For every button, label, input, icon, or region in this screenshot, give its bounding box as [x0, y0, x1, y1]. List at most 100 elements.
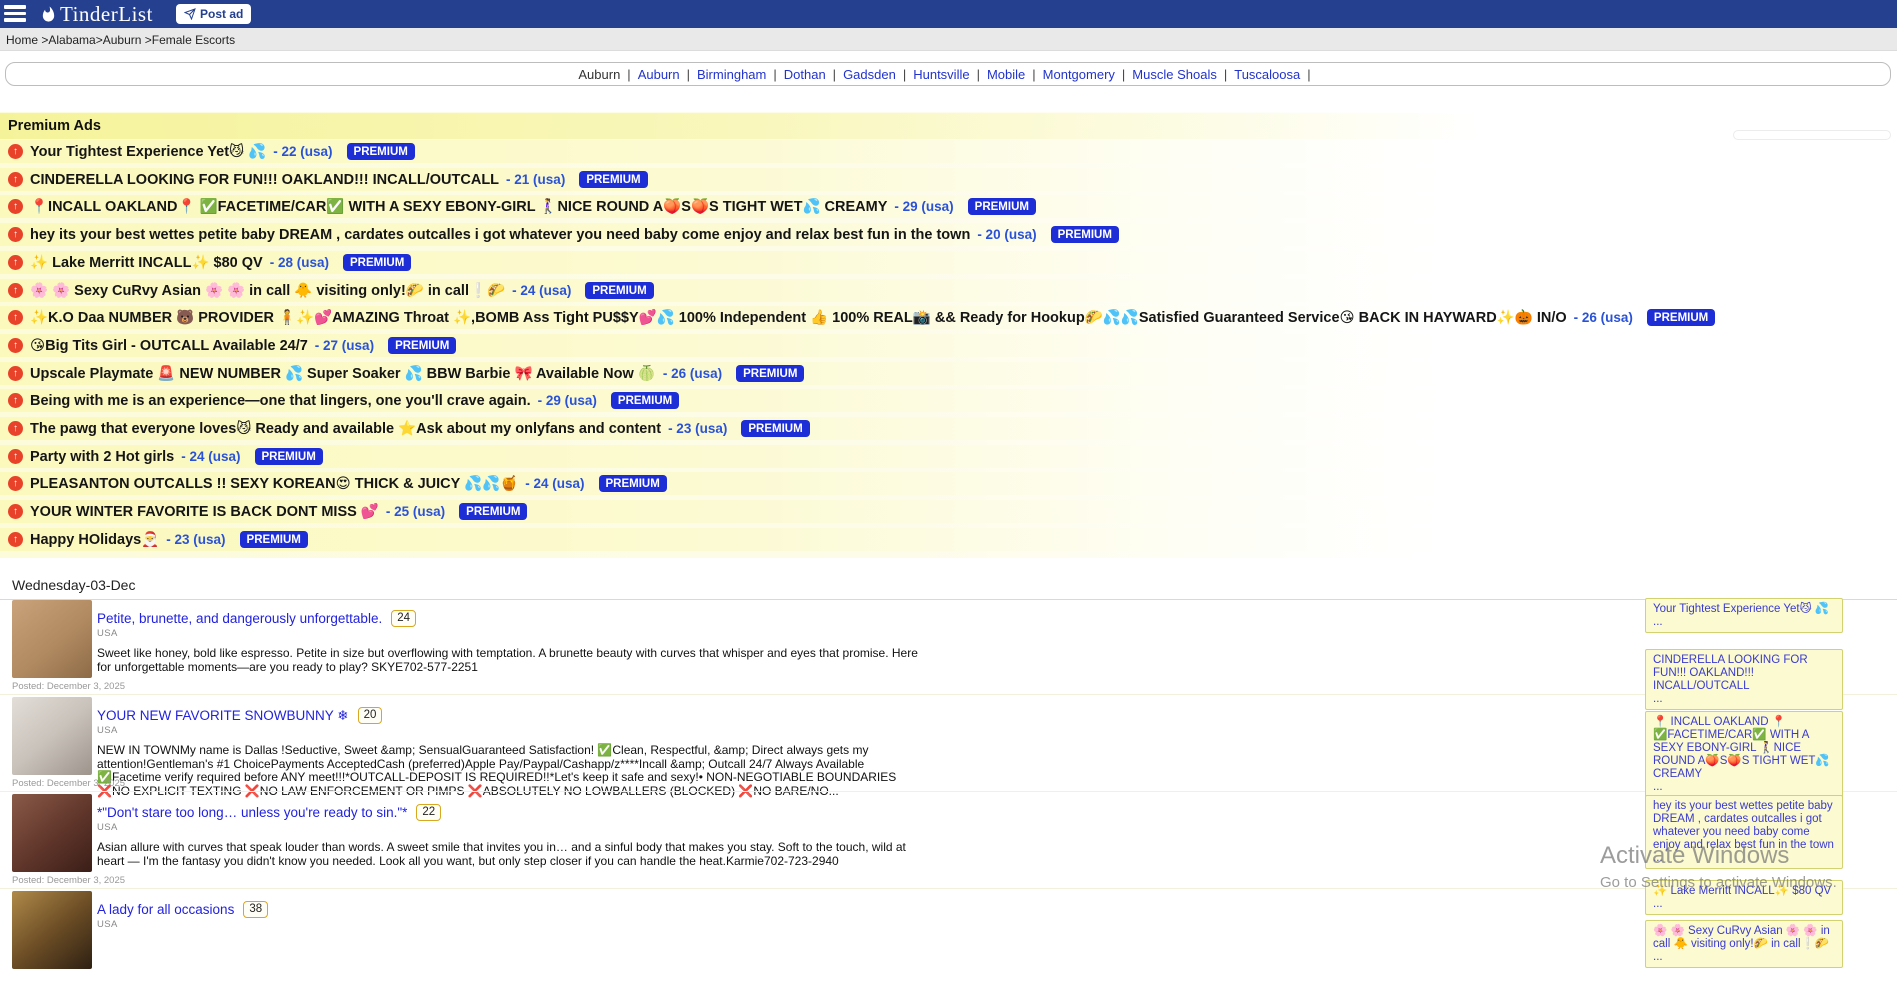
date-header: Wednesday-03-Dec [12, 577, 135, 593]
premium-ad-meta: - 23 (usa) [166, 532, 225, 547]
city-separator: | [1307, 67, 1310, 82]
breadcrumb-bar: Home >Alabama>Auburn >Female Escorts [0, 28, 1897, 51]
city-link-mobile[interactable]: Mobile [987, 67, 1025, 82]
top-nav-bar: TinderList Post ad [0, 0, 1897, 28]
sidebar-ad-more: ... [1653, 781, 1835, 793]
sidebar-ad-more: ... [1653, 693, 1835, 705]
city-separator: | [627, 67, 630, 82]
city-link-muscle-shoals[interactable]: Muscle Shoals [1132, 67, 1217, 82]
premium-scrollbar[interactable] [1733, 130, 1891, 140]
posted-date: Posted: December 3, 2025 [12, 875, 125, 886]
premium-ad-title: 📍INCALL OAKLAND📍 ✅FACETIME/CAR✅ WITH A S… [30, 198, 887, 215]
sidebar-ad-title: 📍 INCALL OAKLAND 📍 ✅FACETIME/CAR✅ WITH A… [1653, 716, 1835, 781]
city-separator: | [1224, 67, 1227, 82]
premium-ad-title: CINDERELLA LOOKING FOR FUN!!! OAKLAND!!!… [30, 172, 499, 188]
city-link-auburn[interactable]: Auburn [638, 67, 680, 82]
sidebar-ad-title: CINDERELLA LOOKING FOR FUN!!! OAKLAND!!!… [1653, 654, 1835, 693]
premium-ad-row[interactable]: Being with me is an experience—one that … [0, 389, 1897, 412]
premium-ad-row[interactable]: 😘Big Tits Girl - OUTCALL Available 24/7-… [0, 334, 1897, 357]
premium-ad-title: PLEASANTON OUTCALLS !! SEXY KOREAN😍 THIC… [30, 475, 518, 492]
listing-separator [0, 694, 1897, 695]
listing-description: Asian allure with curves that speak loud… [97, 841, 927, 868]
premium-ad-meta: - 23 (usa) [668, 421, 727, 436]
sidebar-ad-box[interactable]: Your Tightest Experience Yet😼 💦 ... [1645, 598, 1843, 633]
hamburger-menu-icon[interactable] [4, 5, 28, 23]
premium-ad-row[interactable]: 🌸 🌸 Sexy CuRvy Asian 🌸 🌸 in call 🐥 visit… [0, 279, 1897, 302]
up-arrow-icon [8, 227, 23, 242]
listing-thumbnail[interactable] [12, 794, 92, 872]
breadcrumb[interactable]: Home >Alabama>Auburn >Female Escorts [6, 33, 235, 47]
up-arrow-icon [8, 421, 23, 436]
premium-ad-row[interactable]: PLEASANTON OUTCALLS !! SEXY KOREAN😍 THIC… [0, 472, 1897, 495]
premium-ad-row[interactable]: The pawg that everyone loves😼 Ready and … [0, 417, 1897, 440]
age-badge: 38 [243, 901, 268, 918]
city-separator: | [687, 67, 690, 82]
up-arrow-icon [8, 310, 23, 325]
premium-badge: PREMIUM [388, 337, 456, 354]
premium-ad-meta: - 29 (usa) [894, 199, 953, 214]
listing-title-link[interactable]: A lady for all occasions [97, 902, 234, 917]
listing-title-row: A lady for all occasions 38 [97, 901, 268, 918]
listing-title-link[interactable]: *"Don't stare too long… unless you're re… [97, 805, 407, 820]
premium-ad-title: hey its your best wettes petite baby DRE… [30, 227, 970, 243]
city-link-montgomery[interactable]: Montgomery [1043, 67, 1115, 82]
listing-thumbnail[interactable] [12, 891, 92, 969]
premium-badge: PREMIUM [343, 254, 411, 271]
premium-ad-title: ✨K.O Daa NUMBER 🐻 PROVIDER 🧍✨💕AMAZING Th… [30, 309, 1567, 326]
listing-country: USA [97, 822, 118, 833]
site-logo[interactable]: TinderList [40, 2, 153, 27]
up-arrow-icon [8, 476, 23, 491]
premium-badge: PREMIUM [459, 503, 527, 520]
sidebar-ad-more: ... [1653, 951, 1835, 963]
premium-ad-row[interactable]: Your Tightest Experience Yet😼 💦- 22 (usa… [0, 140, 1897, 163]
up-arrow-icon [8, 255, 23, 270]
listing-thumbnail[interactable] [12, 697, 92, 775]
up-arrow-icon [8, 199, 23, 214]
city-link-huntsville[interactable]: Huntsville [913, 67, 969, 82]
city-link-birmingham[interactable]: Birmingham [697, 67, 766, 82]
premium-ad-row[interactable]: Party with 2 Hot girls- 24 (usa)PREMIUM [0, 445, 1897, 468]
city-link-gadsden[interactable]: Gadsden [843, 67, 896, 82]
listing-title-link[interactable]: YOUR NEW FAVORITE SNOWBUNNY ❄ [97, 708, 349, 724]
up-arrow-icon [8, 449, 23, 464]
up-arrow-icon [8, 366, 23, 381]
age-badge: 22 [416, 804, 441, 821]
premium-ad-row[interactable]: CINDERELLA LOOKING FOR FUN!!! OAKLAND!!!… [0, 168, 1897, 191]
listing-title-link[interactable]: Petite, brunette, and dangerously unforg… [97, 611, 382, 626]
premium-badge: PREMIUM [741, 420, 809, 437]
premium-ad-row[interactable]: 📍INCALL OAKLAND📍 ✅FACETIME/CAR✅ WITH A S… [0, 195, 1897, 218]
premium-ad-row[interactable]: hey its your best wettes petite baby DRE… [0, 223, 1897, 246]
premium-ad-title: 🌸 🌸 Sexy CuRvy Asian 🌸 🌸 in call 🐥 visit… [30, 282, 505, 299]
listing-description: NEW IN TOWNMy name is Dallas !Seductive,… [97, 744, 927, 798]
premium-ad-meta: - 27 (usa) [315, 338, 374, 353]
city-link-tuscaloosa[interactable]: Tuscaloosa [1234, 67, 1300, 82]
premium-ad-title: Being with me is an experience—one that … [30, 393, 531, 409]
post-ad-button[interactable]: Post ad [176, 4, 251, 24]
listing-thumbnail[interactable] [12, 600, 92, 678]
city-separator: | [1032, 67, 1035, 82]
posted-date: Posted: December 3, 2025 [12, 681, 125, 692]
listing-item: Petite, brunette, and dangerously unforg… [0, 600, 1897, 695]
up-arrow-icon [8, 393, 23, 408]
city-separator: | [773, 67, 776, 82]
premium-badge: PREMIUM [585, 282, 653, 299]
premium-ad-row[interactable]: ✨ Lake Merritt INCALL✨ $80 QV- 28 (usa)P… [0, 251, 1897, 274]
sidebar-ad-box[interactable]: CINDERELLA LOOKING FOR FUN!!! OAKLAND!!!… [1645, 649, 1843, 710]
city-nav-box: Auburn | Auburn | Birmingham | Dothan | … [5, 62, 1891, 86]
premium-ad-meta: - 21 (usa) [506, 172, 565, 187]
premium-badge: PREMIUM [968, 198, 1036, 215]
premium-ad-title: YOUR WINTER FAVORITE IS BACK DONT MISS 💕 [30, 503, 379, 520]
city-link-dothan[interactable]: Dothan [784, 67, 826, 82]
premium-ad-row[interactable]: Happy HOlidays🎅- 23 (usa)PREMIUM [0, 528, 1897, 551]
sidebar-ad-box[interactable]: 🌸 🌸 Sexy CuRvy Asian 🌸 🌸 in call 🐥 visit… [1645, 920, 1843, 968]
hamburger-bar [4, 18, 26, 22]
premium-ad-title: The pawg that everyone loves😼 Ready and … [30, 420, 661, 437]
activate-windows-hint: Go to Settings to activate Windows. [1600, 874, 1837, 891]
posted-date: Posted: December 3, 2025 [12, 778, 125, 789]
premium-ad-row[interactable]: ✨K.O Daa NUMBER 🐻 PROVIDER 🧍✨💕AMAZING Th… [0, 306, 1897, 329]
premium-ad-row[interactable]: YOUR WINTER FAVORITE IS BACK DONT MISS 💕… [0, 500, 1897, 523]
up-arrow-icon [8, 172, 23, 187]
post-ad-label: Post ad [200, 7, 243, 21]
sidebar-ad-box[interactable]: 📍 INCALL OAKLAND 📍 ✅FACETIME/CAR✅ WITH A… [1645, 711, 1843, 798]
premium-ad-row[interactable]: Upscale Playmate 🚨 NEW NUMBER 💦 Super So… [0, 362, 1897, 385]
